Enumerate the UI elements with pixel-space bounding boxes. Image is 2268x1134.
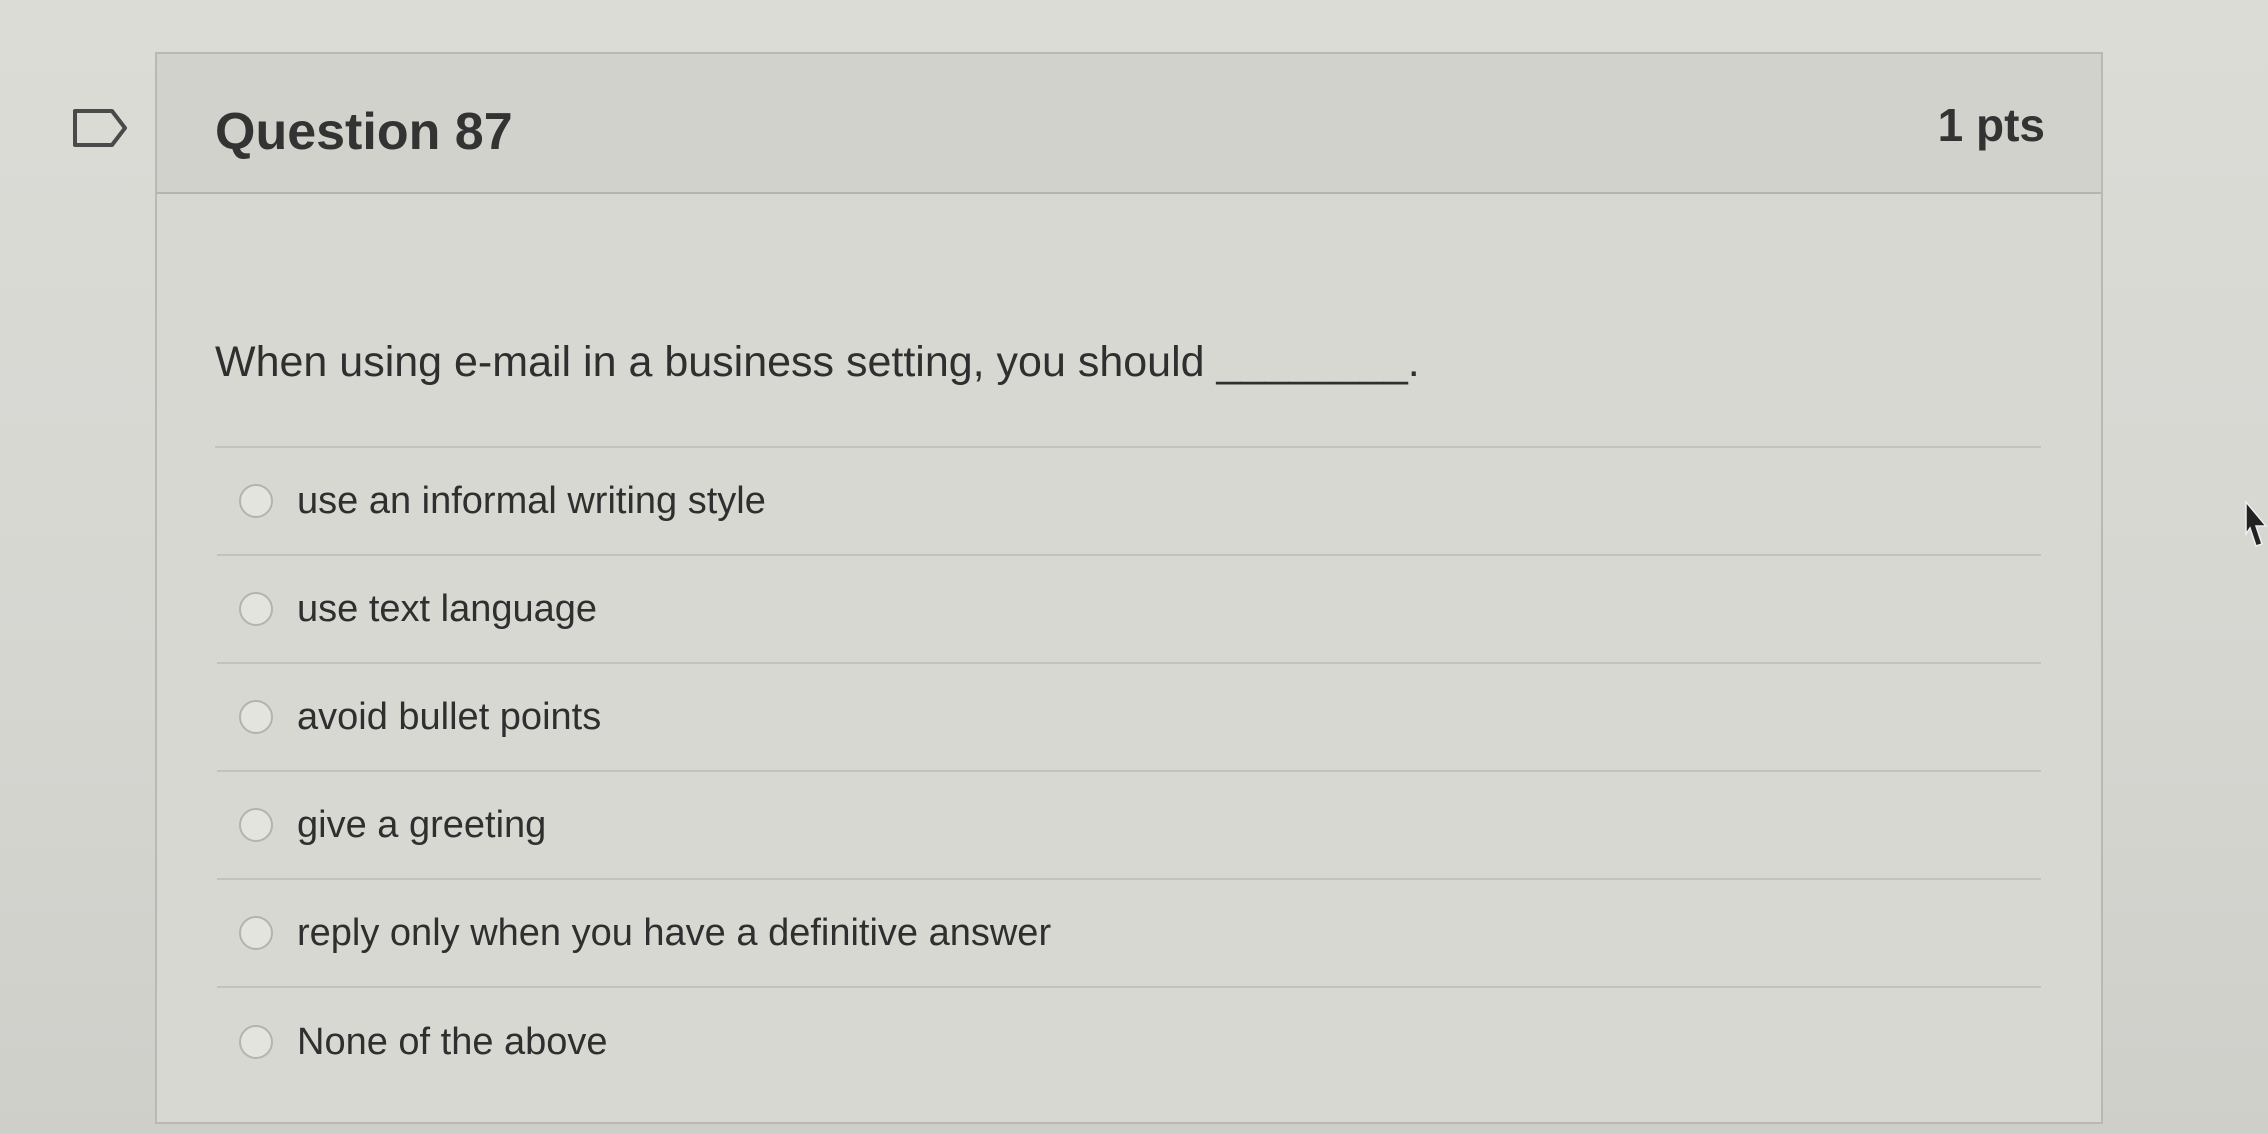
answer-label: avoid bullet points (297, 695, 602, 738)
radio-button[interactable] (239, 484, 273, 518)
question-text: When using e-mail in a business setting,… (215, 338, 2041, 448)
question-title: Question 87 (215, 103, 513, 161)
answer-option[interactable]: use text language (217, 556, 2041, 664)
answer-option[interactable]: None of the above (217, 988, 2041, 1096)
question-body: When using e-mail in a business setting,… (157, 338, 2101, 1096)
answer-label: use an informal writing style (297, 479, 766, 522)
answer-label: reply only when you have a definitive an… (297, 911, 1052, 954)
radio-button[interactable] (239, 1025, 273, 1059)
answer-option[interactable]: use an informal writing style (217, 448, 2041, 556)
answer-label: use text language (297, 587, 598, 630)
question-card: Question 87 1 pts When using e-mail in a… (155, 52, 2103, 1124)
answer-option[interactable]: avoid bullet points (217, 664, 2041, 772)
answer-label: None of the above (297, 1020, 608, 1063)
radio-button[interactable] (239, 592, 273, 626)
question-points: 1 pts (1937, 99, 2045, 151)
quiz-page: Question 87 1 pts When using e-mail in a… (0, 0, 2268, 1134)
question-header: Question 87 1 pts (157, 54, 2101, 194)
flag-question-icon[interactable] (72, 108, 128, 148)
answer-list: use an informal writing style use text l… (217, 448, 2041, 1096)
answer-option[interactable]: give a greeting (217, 772, 2041, 880)
radio-button[interactable] (239, 808, 273, 842)
mouse-cursor-icon (2245, 500, 2268, 547)
radio-button[interactable] (239, 700, 273, 734)
radio-button[interactable] (239, 916, 273, 950)
answer-option[interactable]: reply only when you have a definitive an… (217, 880, 2041, 988)
answer-label: give a greeting (297, 803, 547, 846)
